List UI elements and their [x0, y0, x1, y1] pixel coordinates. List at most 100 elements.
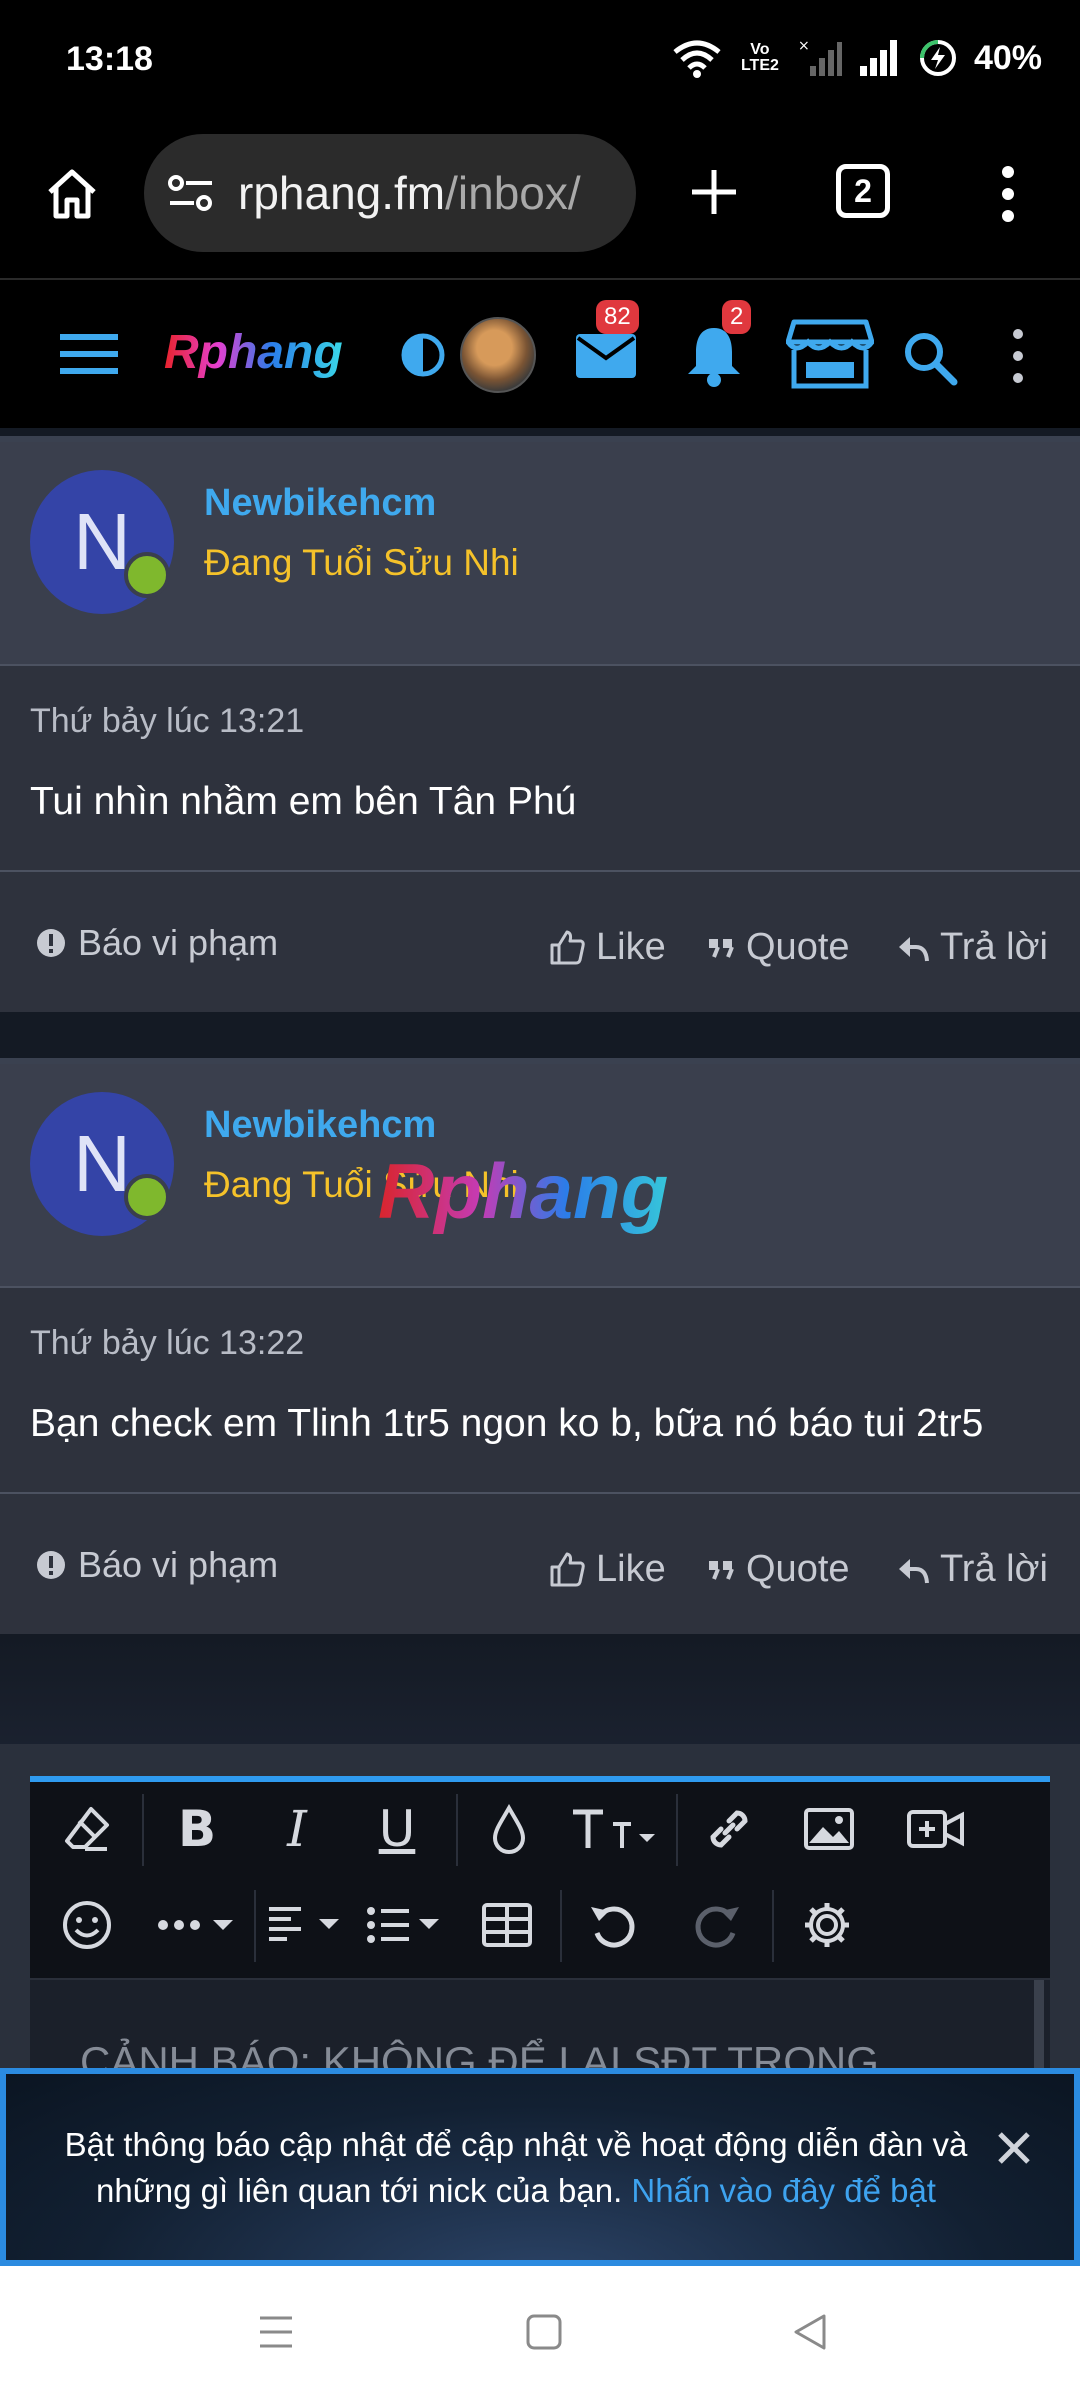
- emoji-smile-icon[interactable]: [54, 1892, 120, 1958]
- post-timestamp[interactable]: Thứ bảy lúc 13:21: [30, 702, 304, 741]
- image-icon[interactable]: [796, 1796, 862, 1862]
- home-button-icon[interactable]: [524, 2312, 564, 2352]
- close-icon[interactable]: [996, 2130, 1032, 2166]
- theme-toggle-icon[interactable]: [400, 332, 446, 378]
- tab-switcher-button[interactable]: 2: [836, 164, 890, 218]
- toolbar-separator: [254, 1890, 256, 1962]
- inbox-badge: 82: [596, 300, 639, 334]
- thumbs-up-icon: [550, 1552, 585, 1586]
- recent-apps-icon[interactable]: [256, 2312, 296, 2352]
- message-post: N Newbikehcm Đang Tuổi Sửu Nhi Thứ bảy l…: [0, 436, 1080, 1012]
- svg-text:×: ×: [798, 38, 810, 54]
- underline-icon[interactable]: U: [364, 1796, 430, 1862]
- reply-label: Trả lời: [940, 1548, 1048, 1590]
- quote-button[interactable]: Quote: [706, 926, 850, 969]
- align-left-icon[interactable]: [262, 1892, 352, 1958]
- browser-menu-icon[interactable]: [994, 164, 1022, 224]
- like-button[interactable]: Like: [548, 1548, 666, 1591]
- section-gap: [0, 1636, 1080, 1756]
- store-icon[interactable]: [786, 318, 874, 390]
- url-text[interactable]: rphang.fm/inbox/: [238, 166, 581, 220]
- reply-arrow-icon: [899, 936, 929, 961]
- signal-weak-icon: ×: [798, 38, 842, 76]
- site-logo[interactable]: Rphang: [162, 318, 362, 388]
- redo-icon[interactable]: [684, 1892, 750, 1958]
- hamburger-menu-icon[interactable]: [60, 332, 118, 376]
- reply-button[interactable]: Trả lời: [896, 926, 1048, 969]
- wifi-icon: [673, 40, 721, 78]
- user-avatar[interactable]: [460, 317, 536, 393]
- more-formatting-icon[interactable]: [148, 1892, 248, 1958]
- inbox-envelope-icon[interactable]: [574, 330, 638, 382]
- post-message: Tui nhìn nhầm em bên Tân Phú: [30, 780, 577, 823]
- warning-icon: [37, 1551, 65, 1579]
- site-settings-icon[interactable]: [166, 171, 216, 215]
- quote-label: Quote: [746, 1548, 850, 1590]
- more-options-icon[interactable]: [1008, 328, 1028, 384]
- font-size-icon[interactable]: [566, 1796, 662, 1862]
- like-label: Like: [596, 926, 666, 968]
- toolbar-separator: [456, 1794, 458, 1866]
- report-label: Báo vi phạm: [78, 1544, 279, 1585]
- toolbar-separator: [772, 1890, 774, 1962]
- battery-percent: 40%: [973, 38, 1042, 77]
- browser-toolbar: rphang.fm/inbox/ 2: [0, 120, 1080, 280]
- post-timestamp[interactable]: Thứ bảy lúc 13:22: [30, 1324, 304, 1363]
- clear-format-eraser-icon[interactable]: [54, 1796, 120, 1862]
- reply-button[interactable]: Trả lời: [896, 1548, 1048, 1591]
- quote-icon: [709, 938, 734, 958]
- username[interactable]: Newbikehcm: [204, 1104, 436, 1147]
- report-button[interactable]: Báo vi phạm: [36, 922, 278, 964]
- toolbar-separator: [676, 1794, 678, 1866]
- site-logo-text: Rphang: [164, 326, 343, 379]
- video-add-icon[interactable]: [898, 1796, 974, 1862]
- signal-icon: [859, 40, 897, 76]
- italic-icon[interactable]: I: [264, 1796, 330, 1862]
- back-icon[interactable]: [790, 2312, 830, 2352]
- like-label: Like: [596, 1548, 666, 1590]
- home-icon[interactable]: [44, 166, 100, 222]
- post-message: Bạn check em Tlinh 1tr5 ngon ko b, bữa n…: [30, 1402, 984, 1445]
- post-header: N Newbikehcm Đang Tuổi Sửu Nhi: [0, 442, 1080, 666]
- undo-icon[interactable]: [580, 1892, 646, 1958]
- status-icons: Vo LTE2 × 40%: [672, 36, 1042, 80]
- notification-message: Bật thông báo cập nhật để cập nhật về ho…: [36, 2122, 996, 2214]
- table-icon[interactable]: [474, 1892, 540, 1958]
- username[interactable]: Newbikehcm: [204, 482, 436, 525]
- post-body: Thứ bảy lúc 13:21 Tui nhìn nhầm em bên T…: [0, 666, 1080, 872]
- new-tab-plus-icon[interactable]: [688, 166, 740, 218]
- thumbs-up-icon: [550, 930, 585, 964]
- reply-arrow-icon: [899, 1558, 929, 1583]
- settings-gear-icon[interactable]: [794, 1892, 860, 1958]
- address-bar[interactable]: rphang.fm/inbox/: [144, 134, 636, 252]
- notification-badge: 2: [722, 300, 752, 334]
- toolbar-separator: [142, 1794, 144, 1866]
- text-color-drop-icon[interactable]: [476, 1796, 542, 1862]
- post-actions: Báo vi phạm Like Quote Trả lời: [0, 1494, 1080, 1634]
- reply-label: Trả lời: [940, 926, 1048, 968]
- link-icon[interactable]: [696, 1796, 762, 1862]
- editor-toolbar-row-2: [30, 1878, 1050, 1974]
- system-navigation-bar: [0, 2266, 1080, 2400]
- enable-notifications-link[interactable]: Nhấn vào đây để bật: [631, 2172, 936, 2209]
- site-header: Rphang 82 2: [0, 282, 1080, 428]
- report-button[interactable]: Báo vi phạm: [36, 1544, 278, 1586]
- online-status-icon: [124, 1174, 170, 1220]
- online-status-icon: [124, 552, 170, 598]
- watermark-text: Rphang: [378, 1148, 668, 1235]
- report-label: Báo vi phạm: [78, 922, 279, 963]
- bold-icon[interactable]: B: [164, 1796, 230, 1862]
- url-path: /inbox/: [445, 167, 581, 219]
- user-title: Đang Tuổi Sửu Nhi: [204, 542, 519, 583]
- watermark-logo: Rphang: [378, 1148, 668, 1235]
- status-bar: 13:18 Vo LTE2 × 40%: [0, 0, 1080, 120]
- bulleted-list-icon[interactable]: [362, 1892, 452, 1958]
- post-actions: Báo vi phạm Like Quote Trả lời: [0, 872, 1080, 1012]
- like-button[interactable]: Like: [548, 926, 666, 969]
- quote-button[interactable]: Quote: [706, 1548, 850, 1591]
- battery-charging-icon: [919, 40, 956, 76]
- message-post: N Newbikehcm Đang Tuổi Sửu Nhi Thứ bảy l…: [0, 1058, 1080, 1634]
- status-time: 13:18: [66, 40, 153, 78]
- volte-icon: Vo LTE2: [740, 41, 779, 74]
- search-icon[interactable]: [902, 330, 958, 386]
